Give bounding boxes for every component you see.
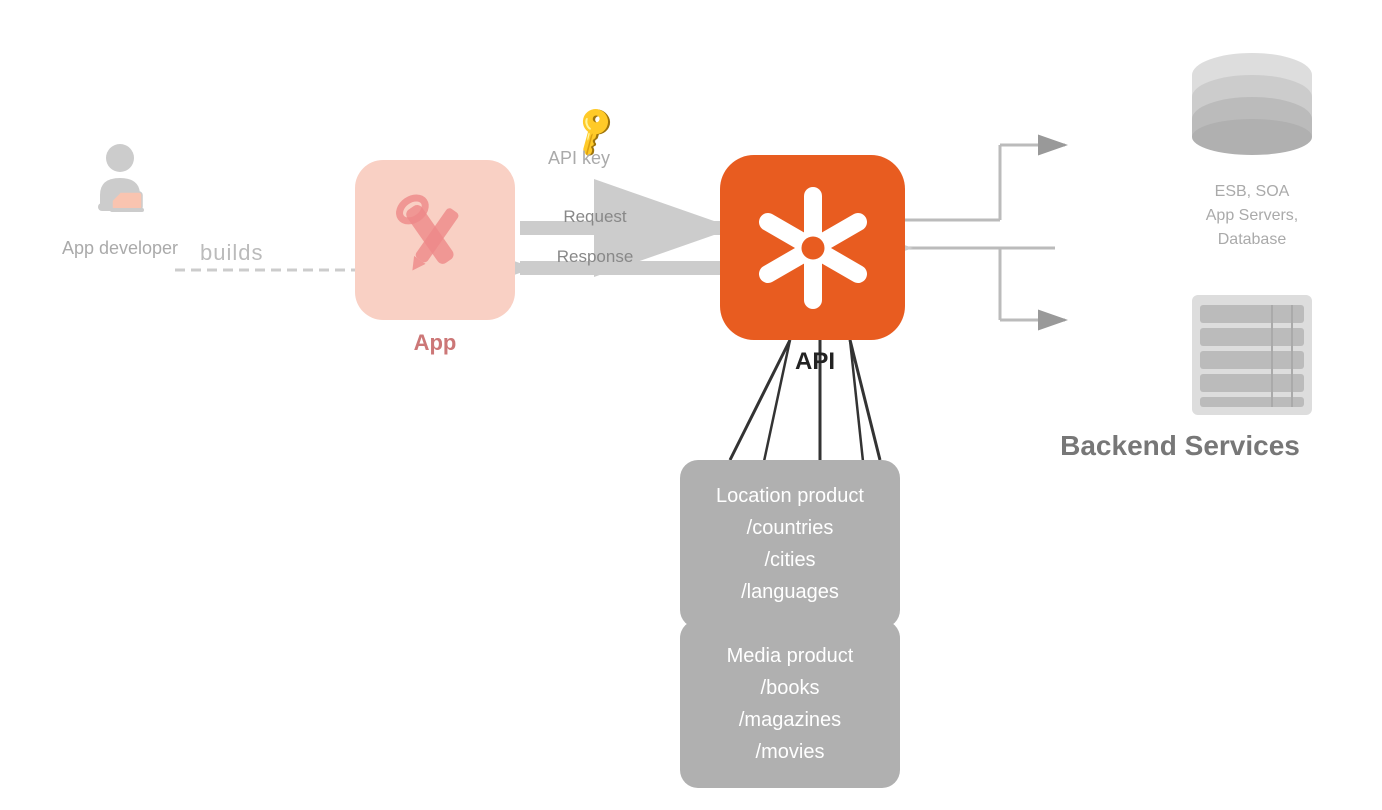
developer-icon <box>80 140 160 230</box>
builds-label: builds <box>200 240 263 266</box>
media-product-title: Media product <box>727 645 854 667</box>
app-label: App <box>395 330 475 356</box>
api-box <box>720 155 905 340</box>
media-product-magazines: /magazines <box>739 709 841 731</box>
svg-text:Request: Request <box>563 207 627 226</box>
location-product-countries: /countries <box>747 517 834 539</box>
svg-text:Response: Response <box>557 247 634 266</box>
media-product-movies: /movies <box>756 741 825 763</box>
app-developer-section: App developer <box>40 140 200 259</box>
location-product-box: Location product /countries /cities /lan… <box>680 460 900 628</box>
api-logo-icon <box>748 183 878 313</box>
app-tools-icon <box>375 180 495 300</box>
location-product-languages: /languages <box>741 581 839 603</box>
server-rack-section <box>1182 290 1322 420</box>
database-icon <box>1182 50 1322 170</box>
location-product-cities: /cities <box>764 549 815 571</box>
api-key-label: API key <box>548 148 610 169</box>
location-product-title: Location product <box>716 485 864 507</box>
backend-services-label: Backend Services <box>1060 430 1300 462</box>
media-product-box: Media product /books /magazines /movies <box>680 620 900 788</box>
developer-label: App developer <box>62 238 178 259</box>
server-icon <box>1182 290 1322 420</box>
database-icon-section: ESB, SOA App Servers, Database <box>1182 50 1322 252</box>
media-product-books: /books <box>761 677 820 699</box>
api-label: API <box>785 348 845 376</box>
app-box <box>355 160 515 320</box>
esb-label: ESB, SOA App Servers, Database <box>1206 180 1298 252</box>
diagram-container: Request Response <box>0 0 1382 810</box>
